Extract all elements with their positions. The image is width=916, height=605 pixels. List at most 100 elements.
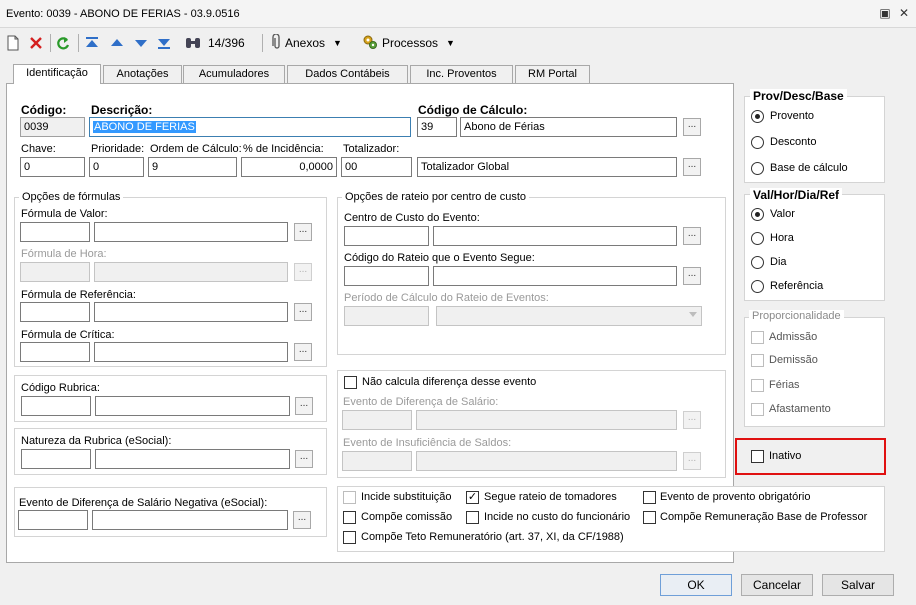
ordem-calculo-field[interactable]: 9: [148, 157, 237, 177]
hora-radio[interactable]: [751, 232, 764, 245]
refresh-icon[interactable]: [55, 33, 71, 53]
tab-identificacao[interactable]: Identificação: [13, 64, 101, 84]
valor-label: Valor: [770, 208, 795, 220]
search-icon[interactable]: [185, 33, 201, 53]
rateio-group-title: Opções de rateio por centro de custo: [342, 191, 529, 203]
codigo-rateio-code[interactable]: [344, 266, 429, 286]
tab-inc-proventos[interactable]: Inc. Proventos: [410, 65, 513, 84]
close-icon[interactable]: ✕: [896, 5, 912, 21]
referencia-radio[interactable]: [751, 280, 764, 293]
compoe-comissao-checkbox[interactable]: [343, 511, 356, 524]
compoe-comissao-label: Compõe comissão: [361, 511, 453, 523]
prioridade-field[interactable]: 0: [89, 157, 144, 177]
first-record-icon[interactable]: [85, 33, 99, 53]
base-calculo-radio[interactable]: [751, 162, 764, 175]
valor-radio[interactable]: [751, 208, 764, 221]
codigo-calculo-field[interactable]: 39: [417, 117, 457, 137]
provento-radio[interactable]: [751, 110, 764, 123]
codigo-rubrica-code[interactable]: [21, 396, 91, 416]
restore-icon[interactable]: ▣: [877, 5, 893, 21]
delete-icon[interactable]: [28, 33, 44, 53]
cancel-button[interactable]: Cancelar: [741, 574, 813, 596]
incide-substituicao-checkbox: [343, 491, 356, 504]
centro-custo-code[interactable]: [344, 226, 429, 246]
save-button[interactable]: Salvar: [822, 574, 894, 596]
centro-custo-label: Centro de Custo do Evento:: [344, 212, 480, 224]
chevron-down-icon: ▼: [333, 38, 342, 48]
next-record-icon[interactable]: [134, 33, 148, 53]
centro-custo-lookup-button[interactable]: ...: [683, 227, 701, 245]
admissao-label: Admissão: [769, 331, 818, 343]
last-record-icon[interactable]: [157, 33, 171, 53]
desconto-radio[interactable]: [751, 136, 764, 149]
segue-rateio-label: Segue rateio de tomadores: [484, 491, 617, 503]
provento-obrigatorio-label: Evento de provento obrigatório: [660, 491, 811, 503]
ok-button[interactable]: OK: [660, 574, 732, 596]
new-icon[interactable]: [6, 33, 20, 53]
nao-calcula-diferenca-label: Não calcula diferença desse evento: [362, 376, 537, 388]
segue-rateio-checkbox[interactable]: ✓: [466, 491, 479, 504]
codigo-rubrica-lookup-button[interactable]: ...: [295, 397, 313, 415]
formula-referencia-lookup-button[interactable]: ...: [294, 303, 312, 321]
codigo-rateio-desc: [433, 266, 677, 286]
dif-negativa-lookup-button[interactable]: ...: [293, 511, 311, 529]
tab-anotacoes[interactable]: Anotações: [103, 65, 182, 84]
codigo-rateio-label: Código do Rateio que o Evento Segue:: [344, 252, 535, 264]
periodo-rateio-code: [344, 306, 429, 326]
afastamento-label: Afastamento: [769, 403, 831, 415]
nao-calcula-diferenca-checkbox[interactable]: [344, 376, 357, 389]
formula-critica-code[interactable]: [20, 342, 90, 362]
previous-record-icon[interactable]: [110, 33, 124, 53]
formula-hora-label: Fórmula de Hora:: [21, 248, 107, 260]
formula-valor-code[interactable]: [20, 222, 90, 242]
formula-critica-label: Fórmula de Crítica:: [21, 329, 115, 341]
dif-negativa-desc: [92, 510, 288, 530]
tab-acumuladores[interactable]: Acumuladores: [183, 65, 285, 84]
dif-negativa-code[interactable]: [18, 510, 88, 530]
compoe-remuneracao-checkbox[interactable]: [643, 511, 656, 524]
title-bar: Evento: 0039 - ABONO DE FERIAS - 03.9.05…: [0, 0, 916, 28]
paperclip-icon: [272, 32, 282, 53]
formula-referencia-desc: [94, 302, 288, 322]
compoe-teto-checkbox[interactable]: [343, 531, 356, 544]
dif-salario-desc: [416, 410, 677, 430]
incide-substituicao-label: Incide substituição: [361, 491, 452, 503]
dia-radio[interactable]: [751, 256, 764, 269]
inativo-highlight: [735, 438, 886, 475]
desconto-label: Desconto: [770, 136, 817, 148]
attachments-menu[interactable]: Anexos ▼: [272, 32, 342, 53]
chave-field[interactable]: 0: [20, 157, 85, 177]
formula-referencia-label: Fórmula de Referência:: [21, 289, 136, 301]
insuficiencia-label: Evento de Insuficiência de Saldos:: [343, 437, 512, 449]
formula-critica-desc: [94, 342, 288, 362]
tab-rm-portal[interactable]: RM Portal: [515, 65, 590, 84]
formula-valor-lookup-button[interactable]: ...: [294, 223, 312, 241]
dif-negativa-label: Evento de Diferença de Salário Negativa …: [19, 497, 268, 509]
codigo-rubrica-label: Código Rubrica:: [21, 382, 100, 394]
natureza-rubrica-lookup-button[interactable]: ...: [295, 450, 313, 468]
chevron-down-icon: ▼: [446, 38, 455, 48]
tab-dados-contabeis[interactable]: Dados Contábeis: [287, 65, 408, 84]
incidencia-field[interactable]: 0,0000: [241, 157, 337, 177]
codigo-rateio-lookup-button[interactable]: ...: [683, 267, 701, 285]
formula-referencia-code[interactable]: [20, 302, 90, 322]
formula-valor-label: Fórmula de Valor:: [21, 208, 108, 220]
codigo-field[interactable]: 0039: [20, 117, 85, 137]
periodo-rateio-select: [436, 306, 702, 326]
dif-salario-code: [342, 410, 412, 430]
natureza-rubrica-code[interactable]: [21, 449, 91, 469]
incide-custo-checkbox[interactable]: [466, 511, 479, 524]
prov-desc-base-title: Prov/Desc/Base: [750, 89, 847, 103]
demissao-checkbox: [751, 354, 764, 367]
totalizador-field[interactable]: 00: [341, 157, 412, 177]
descricao-label: Descrição:: [91, 103, 153, 117]
provento-obrigatorio-checkbox[interactable]: [643, 491, 656, 504]
descricao-field[interactable]: ABONO DE FERIAS: [89, 117, 411, 137]
chevron-down-icon: [689, 312, 697, 317]
dif-salario-label: Evento de Diferença de Salário:: [343, 396, 499, 408]
totalizador-lookup-button[interactable]: ...: [683, 158, 701, 176]
formulas-group-title: Opções de fórmulas: [19, 191, 124, 203]
formula-critica-lookup-button[interactable]: ...: [294, 343, 312, 361]
processes-menu[interactable]: Processos ▼: [362, 33, 455, 53]
codigo-calculo-lookup-button[interactable]: ...: [683, 118, 701, 136]
